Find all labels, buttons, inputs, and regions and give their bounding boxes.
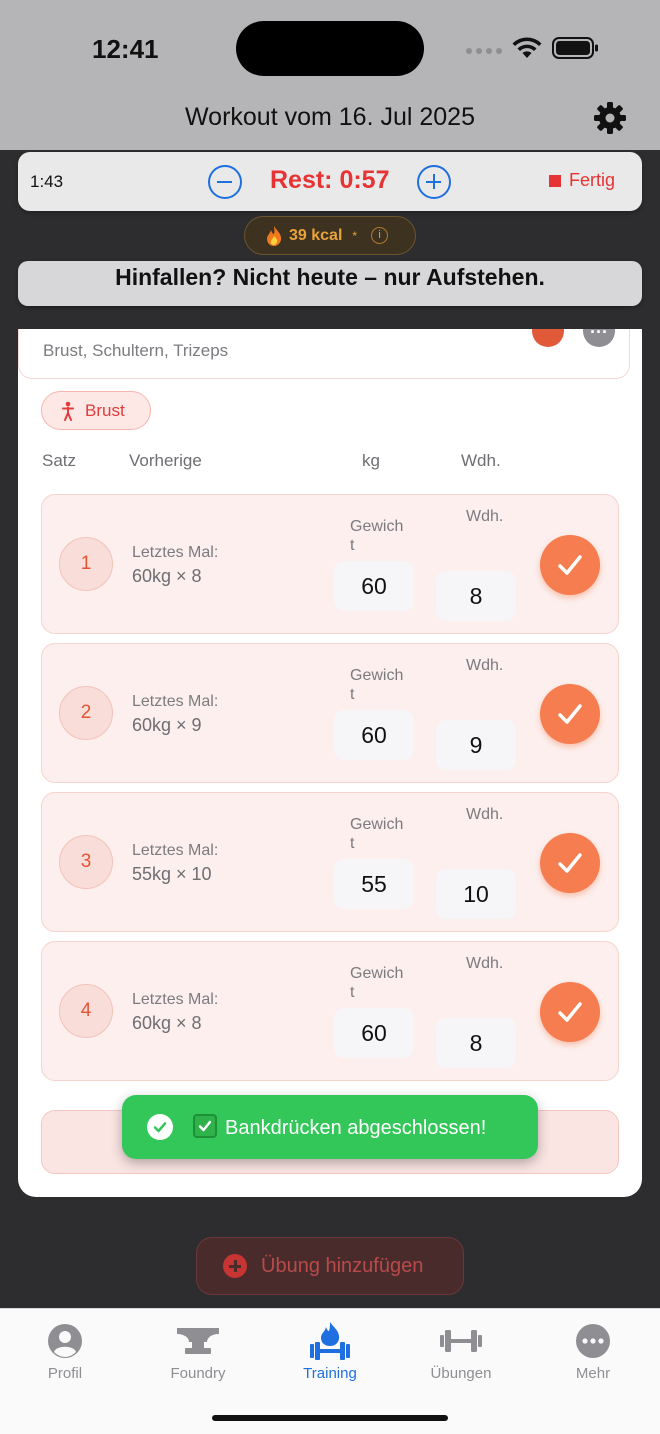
last-time-value: 60kg × 8 — [132, 566, 202, 586]
check-box-emoji-icon — [193, 1114, 217, 1138]
last-time-label: Letztes Mal: — [132, 842, 219, 859]
gear-icon[interactable] — [592, 100, 628, 136]
weight-input[interactable]: 60 — [334, 561, 414, 611]
kcal-note: * — [352, 228, 358, 243]
set-row: 4 Letztes Mal: 60kg × 8 Gewicht 60 Wdh. … — [41, 941, 619, 1081]
person-icon — [48, 1324, 82, 1358]
exercise-card: Brust, Schultern, Trizeps ··· Brust Satz… — [18, 329, 642, 1197]
weight-input[interactable]: 60 — [334, 710, 414, 760]
check-circle-icon — [147, 1114, 173, 1140]
page-title: Workout vom 16. Jul 2025 — [185, 103, 475, 131]
header-area: 12:41 Workout vom 16. Jul 2025 — [0, 0, 660, 150]
rest-countdown: Rest: 0:57 — [270, 166, 390, 194]
flame-dumbbell-icon — [310, 1322, 350, 1360]
exercise-complete-icon[interactable] — [532, 329, 564, 347]
more-icon — [576, 1324, 610, 1358]
more-options-button[interactable]: ··· — [583, 329, 615, 347]
column-previous: Vorherige — [129, 451, 202, 470]
status-time: 12:41 — [92, 34, 159, 64]
column-kg: kg — [362, 451, 380, 470]
weight-label: Gewicht — [350, 667, 404, 703]
rest-timer-bar: 1:43 Rest: 0:57 Fertig — [18, 152, 642, 211]
plus-circle-icon — [223, 1254, 247, 1278]
last-time-value: 55kg × 10 — [132, 864, 212, 884]
reps-label: Wdh. — [466, 657, 504, 674]
last-time-label: Letztes Mal: — [132, 693, 219, 710]
checkmark-icon — [558, 555, 582, 575]
tab-profil[interactable]: Profil — [15, 1321, 115, 1382]
last-time-label: Letztes Mal: — [132, 991, 219, 1008]
column-set: Satz — [42, 451, 77, 470]
add-exercise-button[interactable]: Übung hinzufügen — [196, 1237, 464, 1295]
tab-label: Profil — [47, 1365, 83, 1382]
reps-label: Wdh. — [466, 806, 504, 823]
set-number: 2 — [59, 686, 113, 740]
info-icon[interactable]: i — [371, 227, 389, 244]
finish-button[interactable]: Fertig — [549, 170, 615, 191]
reps-input[interactable]: 10 — [436, 869, 516, 919]
tab-label: Training — [303, 1365, 357, 1382]
reps-input[interactable]: 8 — [436, 571, 516, 621]
battery-icon — [552, 37, 598, 59]
checkmark-icon — [558, 853, 582, 873]
dynamic-island — [236, 21, 424, 76]
decrease-rest-button[interactable] — [208, 165, 242, 199]
exercise-header: Brust, Schultern, Trizeps ··· — [18, 329, 630, 379]
last-time-label: Letztes Mal: — [132, 544, 219, 561]
wifi-icon — [512, 37, 542, 58]
figure-icon — [62, 401, 74, 421]
kcal-value: 39 kcal — [289, 226, 343, 244]
tab-mehr[interactable]: Mehr — [543, 1321, 643, 1382]
tab-foundry[interactable]: Foundry — [148, 1321, 248, 1382]
reps-input[interactable]: 8 — [436, 1018, 516, 1068]
set-complete-button[interactable] — [540, 535, 600, 595]
dumbbell-icon — [440, 1330, 482, 1352]
weight-input[interactable]: 60 — [334, 1008, 414, 1058]
kcal-badge[interactable]: 39 kcal * i — [244, 216, 416, 255]
set-complete-button[interactable] — [540, 833, 600, 893]
reps-label: Wdh. — [466, 508, 504, 525]
last-time-value: 60kg × 8 — [132, 1013, 202, 1033]
set-complete-button[interactable] — [540, 982, 600, 1042]
set-number: 4 — [59, 984, 113, 1038]
set-number: 3 — [59, 835, 113, 889]
add-exercise-label: Übung hinzufügen — [261, 1254, 424, 1277]
weight-label: Gewicht — [350, 518, 404, 554]
checkmark-icon — [558, 1002, 582, 1022]
checkmark-icon — [558, 704, 582, 724]
weight-label: Gewicht — [350, 816, 404, 852]
weight-label: Gewicht — [350, 965, 404, 1001]
increase-rest-button[interactable] — [417, 165, 451, 199]
muscle-tag[interactable]: Brust — [41, 391, 151, 430]
weight-input[interactable]: 55 — [334, 859, 414, 909]
tab-training[interactable]: Training — [280, 1321, 380, 1382]
toast-message: Bankdrücken abgeschlossen! — [193, 1114, 486, 1140]
motivation-banner: Hinfallen? Nicht heute – nur Aufstehen. — [18, 261, 642, 306]
tab-bar: Profil Foundry Training Übungen Mehr — [0, 1308, 660, 1434]
toast-text: Bankdrücken abgeschlossen! — [225, 1117, 487, 1139]
home-indicator — [212, 1415, 448, 1421]
muscle-tag-label: Brust — [85, 400, 125, 420]
set-number: 1 — [59, 537, 113, 591]
reps-input[interactable]: 9 — [436, 720, 516, 770]
cellular-icon — [466, 48, 502, 54]
last-time-value: 60kg × 9 — [132, 715, 202, 735]
stop-icon — [549, 174, 561, 187]
column-reps: Wdh. — [461, 451, 501, 470]
set-row: 1 Letztes Mal: 60kg × 8 Gewicht 60 Wdh. … — [41, 494, 619, 634]
anvil-icon — [177, 1328, 219, 1354]
muscle-groups: Brust, Schultern, Trizeps — [43, 341, 229, 360]
success-toast: Bankdrücken abgeschlossen! — [122, 1095, 538, 1159]
set-row: 3 Letztes Mal: 55kg × 10 Gewicht 55 Wdh.… — [41, 792, 619, 932]
tab-label: Foundry — [170, 1365, 226, 1382]
tab-label: Mehr — [575, 1365, 611, 1382]
elapsed-time: 1:43 — [30, 172, 64, 191]
set-row: 2 Letztes Mal: 60kg × 9 Gewicht 60 Wdh. … — [41, 643, 619, 783]
tab-label: Übungen — [430, 1365, 492, 1382]
flame-icon — [267, 225, 282, 246]
finish-label: Fertig — [569, 170, 616, 190]
set-complete-button[interactable] — [540, 684, 600, 744]
reps-label: Wdh. — [466, 955, 504, 972]
tab-uebungen[interactable]: Übungen — [411, 1321, 511, 1382]
